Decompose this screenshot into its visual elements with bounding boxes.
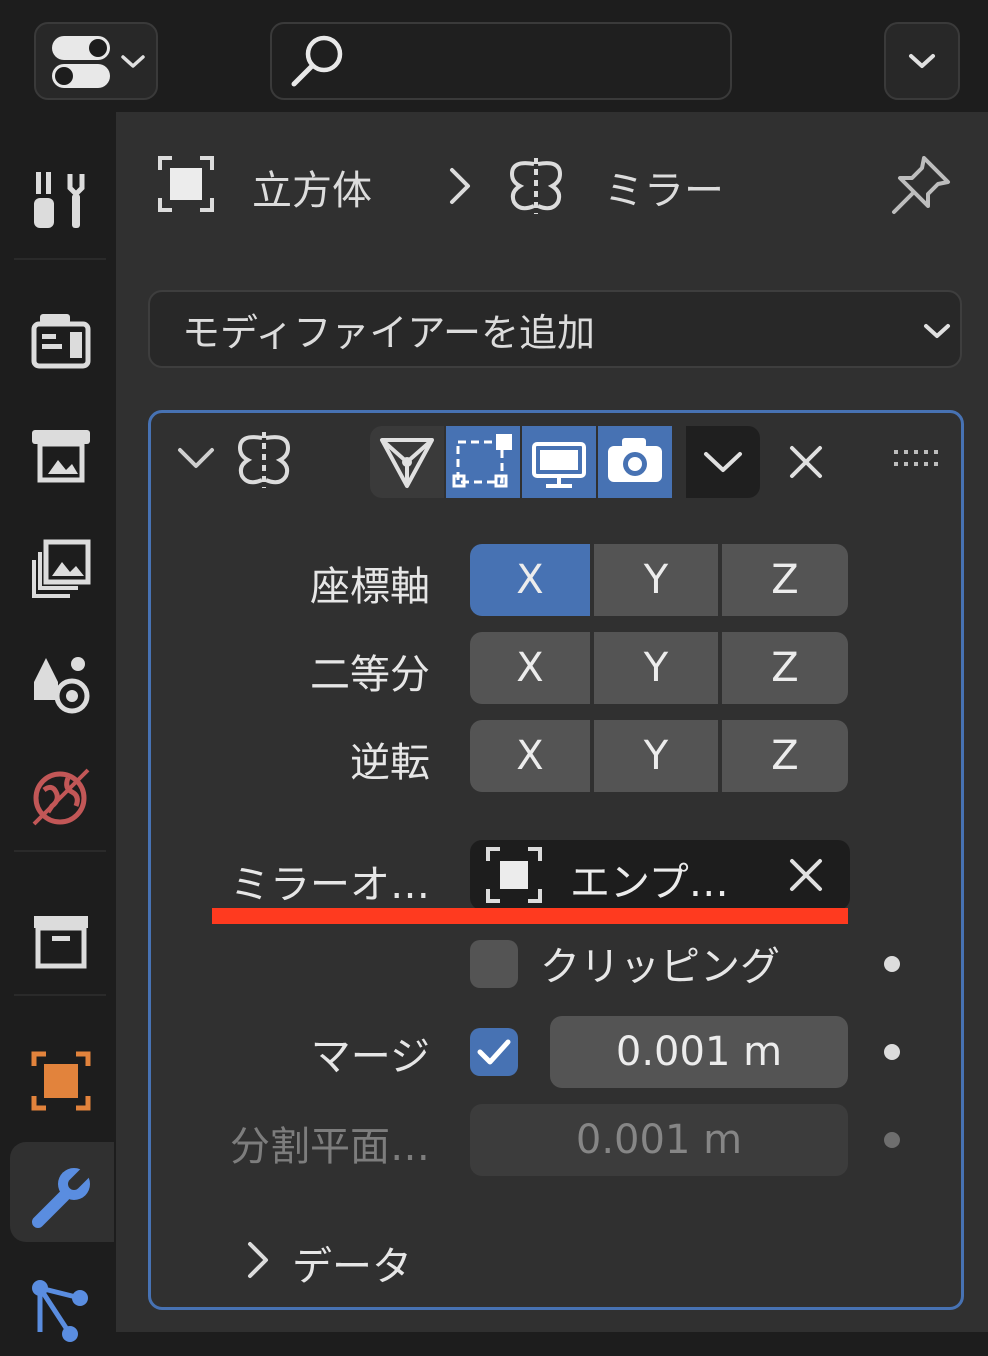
search-input[interactable] — [270, 22, 732, 100]
chevron-down-icon — [924, 324, 950, 338]
bisect-distance-field[interactable]: 0.001 m — [470, 1104, 848, 1176]
add-modifier-dropdown[interactable]: モディファイアーを追加 — [148, 290, 962, 368]
keyframe-dot[interactable] — [884, 1044, 900, 1060]
tab-divider — [14, 850, 106, 852]
merge-label: マージ — [310, 1034, 430, 1080]
tab-divider — [14, 258, 106, 260]
render-toggle[interactable] — [598, 426, 672, 498]
view-layer-icon — [32, 539, 91, 598]
header-options-button[interactable] — [884, 22, 960, 100]
tab-modifiers[interactable] — [10, 1142, 114, 1242]
bisect-y-toggle[interactable]: Y — [594, 632, 718, 704]
collapse-chevron-icon[interactable] — [176, 444, 216, 474]
tab-particles[interactable] — [10, 1256, 114, 1356]
flip-label: 逆転 — [350, 740, 430, 786]
bisect-label: 二等分 — [310, 652, 430, 698]
highlight-underline — [212, 908, 848, 924]
camera-icon — [608, 438, 662, 482]
chevron-down-icon — [704, 452, 742, 472]
tab-render[interactable] — [10, 288, 114, 388]
drag-handle-icon[interactable] — [892, 448, 940, 472]
checkmark-icon — [477, 1039, 511, 1065]
tab-collection[interactable] — [10, 888, 114, 988]
mirror-object-field[interactable]: エンプ… — [470, 840, 850, 910]
data-subpanel-header[interactable]: データ — [240, 1230, 640, 1290]
tab-divider — [14, 994, 106, 996]
axis-x-toggle[interactable]: X — [470, 544, 590, 616]
axis-y-toggle[interactable]: Y — [594, 544, 718, 616]
pin-icon[interactable] — [890, 152, 954, 216]
chevron-right-icon — [248, 1242, 268, 1278]
edit-mode-toggle[interactable] — [446, 426, 520, 498]
keyframe-dot[interactable] — [884, 1132, 900, 1148]
bisect-z-toggle[interactable]: Z — [722, 632, 848, 704]
output-icon — [32, 430, 90, 483]
merge-checkbox[interactable] — [470, 1028, 518, 1076]
data-subpanel-label: データ — [292, 1244, 412, 1290]
edit-mode-icon — [452, 434, 512, 488]
keyframe-dot[interactable] — [884, 956, 900, 972]
mirror-object-label: ミラーオ… — [230, 862, 430, 908]
chevron-down-icon — [909, 54, 935, 68]
flip-z-toggle[interactable]: Z — [722, 720, 848, 792]
tab-view-layer[interactable] — [10, 516, 114, 616]
viewport-toggle[interactable] — [522, 426, 596, 498]
tab-tool[interactable] — [10, 146, 114, 246]
chevron-down-icon — [121, 55, 145, 68]
edit-cage-icon — [380, 438, 434, 488]
merge-distance-field[interactable]: 0.001 m — [550, 1016, 848, 1088]
particles-icon — [32, 1280, 88, 1342]
render-icon — [31, 314, 91, 369]
empty-object-icon — [486, 847, 542, 903]
edit-cage-toggle[interactable] — [370, 426, 444, 498]
mirror-modifier-icon — [509, 158, 563, 214]
clipping-checkbox[interactable] — [470, 940, 518, 988]
world-icon — [32, 768, 90, 826]
bisect-distance-label: 分割平面… — [230, 1124, 430, 1170]
search-icon — [291, 35, 343, 87]
breadcrumb-object-name: 立方体 — [252, 168, 372, 214]
object-icon — [31, 1051, 91, 1111]
mirror-object-value: エンプ… — [570, 860, 729, 906]
axis-z-toggle[interactable]: Z — [722, 544, 848, 616]
object-data-icon — [158, 156, 214, 212]
tool-icon — [34, 172, 85, 228]
flip-x-toggle[interactable]: X — [470, 720, 590, 792]
modifier-wrench-icon — [32, 1164, 94, 1228]
tab-output[interactable] — [10, 402, 114, 502]
chevron-right-icon — [450, 168, 470, 204]
mirror-modifier-icon — [237, 432, 291, 488]
properties-tab-strip — [0, 112, 116, 1342]
close-icon[interactable] — [786, 442, 826, 482]
properties-header — [0, 0, 988, 112]
tab-scene[interactable] — [10, 630, 114, 730]
tab-object[interactable] — [10, 1028, 114, 1128]
monitor-icon — [532, 442, 586, 488]
breadcrumb-modifier-name: ミラー — [604, 168, 724, 214]
tab-world[interactable] — [10, 744, 114, 844]
bisect-x-toggle[interactable]: X — [470, 632, 590, 704]
clear-field-icon[interactable] — [786, 855, 826, 895]
collection-icon — [34, 916, 88, 969]
flip-y-toggle[interactable]: Y — [594, 720, 718, 792]
editor-type-button[interactable] — [34, 22, 158, 100]
add-modifier-label: モディファイアーを追加 — [182, 311, 596, 355]
clipping-label: クリッピング — [540, 944, 780, 990]
modifier-extras-dropdown[interactable] — [686, 426, 760, 498]
scene-icon — [34, 657, 90, 714]
axis-label: 座標軸 — [310, 564, 430, 610]
